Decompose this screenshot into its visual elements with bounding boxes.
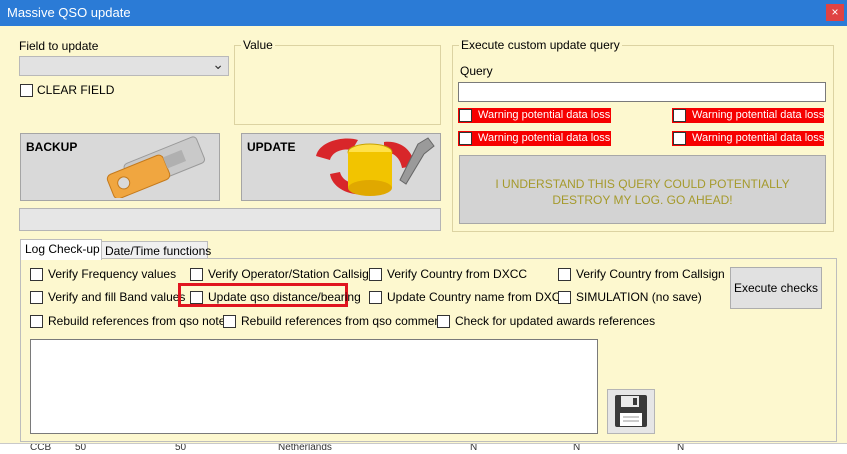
checkbox-label: Verify Frequency values — [48, 267, 177, 281]
checkbox[interactable] — [190, 291, 203, 304]
bg-cell: N — [470, 443, 478, 453]
checkbox-label: Verify Country from DXCC — [387, 267, 528, 281]
window-title: Massive QSO update — [7, 5, 131, 20]
bg-cell: CCB — [30, 443, 52, 453]
backup-label: BACKUP — [26, 140, 78, 154]
field-to-update-label: Field to update — [19, 39, 99, 53]
chevron-down-icon: ⌄ — [212, 56, 224, 72]
bg-cell: 50 — [175, 443, 187, 453]
warning-checkbox-box[interactable] — [459, 109, 472, 122]
value-group-title: Value — [241, 38, 275, 52]
field-to-update-select[interactable]: ⌄ — [19, 56, 229, 76]
warning-label: Warning potential data loss — [478, 109, 611, 121]
checkbox-label: Update Country name from DXCC — [387, 290, 570, 304]
backup-button[interactable]: BACKUP — [20, 133, 220, 201]
bg-cell: 50 — [75, 443, 87, 453]
checkbox[interactable] — [369, 291, 382, 304]
window-titlebar: Massive QSO update × — [0, 0, 847, 26]
execute-checks-button[interactable]: Execute checks — [730, 267, 822, 309]
checkbox[interactable] — [558, 291, 571, 304]
query-label: Query — [460, 64, 493, 78]
bg-cell: N — [677, 443, 685, 453]
checkbox[interactable] — [30, 315, 43, 328]
checkbox-label: Verify Operator/Station Callsign — [208, 267, 376, 281]
tab-log-checkup-label: Log Check-up — [25, 242, 100, 256]
execute-query-button[interactable]: I UNDERSTAND THIS QUERY COULD POTENTIALL… — [459, 155, 826, 224]
checkbox[interactable] — [190, 268, 203, 281]
bg-cell: N — [573, 443, 581, 453]
warning-checkbox-box[interactable] — [673, 109, 686, 122]
checkbox[interactable] — [30, 291, 43, 304]
checkbox[interactable] — [369, 268, 382, 281]
warning-checkbox-box[interactable] — [673, 132, 686, 145]
checkbox[interactable] — [30, 268, 43, 281]
save-button[interactable] — [607, 389, 655, 434]
checkbox-label: Verify Country from Callsign — [576, 267, 725, 281]
results-textarea[interactable] — [30, 339, 598, 434]
checkbox[interactable] — [558, 268, 571, 281]
progress-bar — [19, 208, 441, 231]
query-input[interactable] — [458, 82, 826, 102]
tab-log-checkup[interactable]: Log Check-up — [20, 239, 102, 260]
key-usb-icon — [106, 136, 206, 198]
checkbox-label: Rebuild references from qso comments — [241, 314, 451, 328]
bg-cell: Netherlands — [278, 443, 332, 453]
checkbox-label: Rebuild references from qso notes — [48, 314, 232, 328]
checkbox[interactable] — [223, 315, 236, 328]
custom-query-title: Execute custom update query — [459, 38, 622, 52]
database-wrench-icon — [316, 137, 435, 196]
warning-checkbox-3[interactable]: Warning potential data loss — [458, 131, 611, 146]
update-button[interactable]: UPDATE — [241, 133, 441, 201]
update-label: UPDATE — [247, 140, 296, 154]
execute-query-label: I UNDERSTAND THIS QUERY COULD POTENTIALL… — [495, 177, 790, 207]
checkbox-label: Verify and fill Band values — [48, 290, 186, 304]
warning-checkbox-1[interactable]: Warning potential data loss — [458, 108, 611, 123]
warning-checkbox-box[interactable] — [459, 132, 472, 145]
warning-label: Warning potential data loss — [478, 132, 611, 144]
warning-checkbox-4[interactable]: Warning potential data loss — [672, 131, 824, 146]
checkbox[interactable] — [437, 315, 450, 328]
value-group: Value — [234, 38, 441, 125]
checkbox-label: Check for updated awards references — [455, 314, 656, 328]
close-button[interactable]: × — [826, 4, 844, 21]
execute-checks-label: Execute checks — [733, 281, 819, 295]
warning-label: Warning potential data loss — [692, 109, 825, 121]
tab-datetime-label: Date/Time functions — [105, 244, 212, 258]
warning-label: Warning potential data loss — [692, 132, 825, 144]
floppy-disk-icon — [615, 395, 647, 427]
clear-field-label: CLEAR FIELD — [37, 83, 115, 97]
warning-checkbox-2[interactable]: Warning potential data loss — [672, 108, 824, 123]
clear-field-checkbox[interactable] — [20, 84, 33, 97]
background-log-row: CCB 50 50 Netherlands N N N — [0, 443, 847, 454]
checkbox-label: SIMULATION (no save) — [576, 290, 702, 304]
checkbox-label: Update qso distance/bearing — [208, 290, 361, 304]
